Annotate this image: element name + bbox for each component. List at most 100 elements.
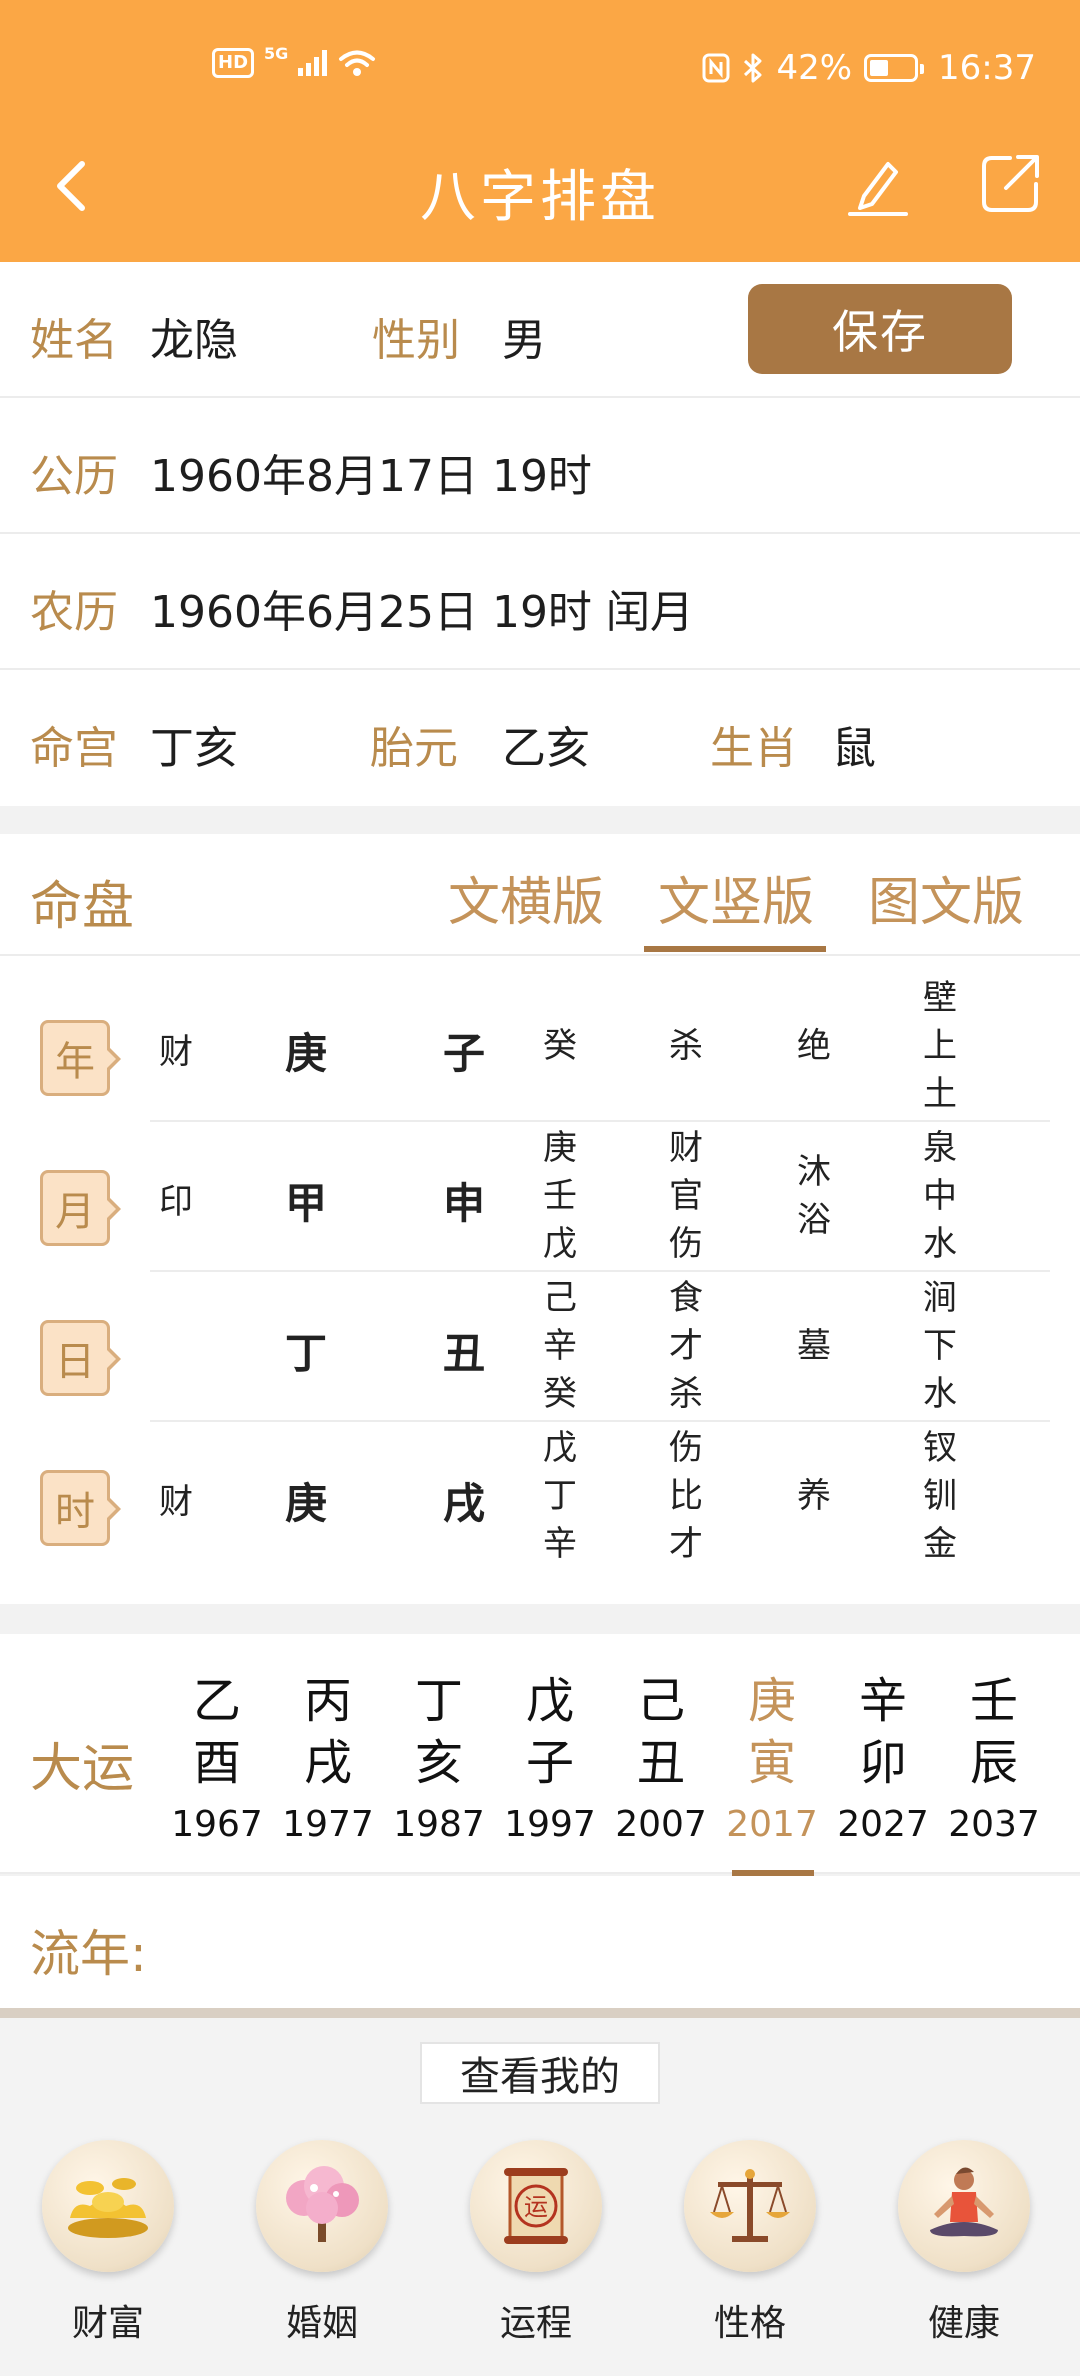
lunar-label: 农历 bbox=[30, 587, 118, 638]
fortune-scroll-icon: 运 bbox=[470, 2140, 602, 2272]
lunar-date-row: 农历 1960年6月25日 19时 闰月 bbox=[0, 534, 1080, 670]
feature-health[interactable]: 健康 bbox=[874, 2140, 1054, 2346]
pillar-shishen: 财 bbox=[159, 1482, 193, 1522]
save-button[interactable]: 保存 bbox=[748, 284, 1012, 374]
dayun-zhi: 卯 bbox=[858, 1735, 907, 1791]
dayun-gan: 辛 bbox=[858, 1673, 907, 1729]
dayun-panel: 大运 乙 酉 1967 丙 戌 1977 丁 亥 1987 戊 子 1997 己… bbox=[0, 1634, 1080, 1876]
dayun-item[interactable]: 丁 亥 1987 bbox=[384, 1670, 494, 1854]
hidden-shishen: 食 才 杀 bbox=[656, 1274, 716, 1418]
dayun-zhi: 子 bbox=[525, 1735, 574, 1791]
nayin-char: 水 bbox=[923, 1374, 957, 1414]
dayun-item[interactable]: 辛 卯 2027 bbox=[828, 1670, 938, 1854]
dayun-item[interactable]: 壬 辰 2037 bbox=[939, 1670, 1049, 1854]
nayin: 涧 下 水 bbox=[910, 1274, 970, 1418]
pillar-branch: 子 bbox=[442, 1029, 485, 1078]
dayun-zhi: 亥 bbox=[414, 1735, 463, 1791]
battery-percent: 42% bbox=[776, 48, 853, 88]
nayin-char: 下 bbox=[923, 1326, 957, 1366]
feature-personality[interactable]: 性格 bbox=[660, 2140, 840, 2346]
name-label: 姓名 bbox=[30, 315, 118, 366]
dayun-zhi: 寅 bbox=[747, 1735, 796, 1791]
nayin: 钗 钏 金 bbox=[910, 1424, 970, 1568]
dayun-year: 2017 bbox=[726, 1804, 818, 1845]
nfc-icon bbox=[702, 53, 730, 83]
hidden-shishen-item: 才 bbox=[669, 1524, 703, 1564]
pillar-tag-year: 年 bbox=[40, 1020, 121, 1096]
hidden-stem: 壬 bbox=[543, 1176, 577, 1216]
life-state-item: 浴 bbox=[797, 1200, 831, 1240]
hidden-shishen-item: 才 bbox=[669, 1326, 703, 1366]
nayin-char: 中 bbox=[923, 1176, 957, 1216]
view-mine-button[interactable]: 查看我的 bbox=[420, 2042, 660, 2104]
name-value: 龙隐 bbox=[150, 315, 238, 366]
life-state: 养 bbox=[784, 1472, 844, 1520]
hidden-stem: 戊 bbox=[543, 1428, 577, 1468]
nayin: 壁 上 土 bbox=[910, 974, 970, 1118]
dayun-item[interactable]: 乙 酉 1967 bbox=[162, 1670, 272, 1854]
nayin-char: 钏 bbox=[923, 1476, 957, 1516]
feature-label: 财富 bbox=[71, 2303, 144, 2344]
hidden-shishen-item: 食 bbox=[669, 1278, 703, 1318]
pillar-stem: 庚 bbox=[284, 1029, 327, 1078]
bazi-chart-panel: 命盘 文横版 文竖版 图文版 年 财 庚 子 癸 杀 绝 壁 上 土 月 印 甲… bbox=[0, 834, 1080, 1604]
nayin-char: 涧 bbox=[923, 1278, 957, 1318]
section-divider bbox=[0, 2008, 1080, 2018]
taiyuan-value: 乙亥 bbox=[502, 723, 590, 774]
status-left: HD 5G bbox=[212, 44, 377, 78]
dayun-gan: 壬 bbox=[969, 1673, 1018, 1729]
pillar-row-hour: 时 财 庚 戌 戊 丁 辛 伤 比 才 养 钗 钏 金 bbox=[0, 1422, 1080, 1572]
nayin-char: 水 bbox=[923, 1224, 957, 1264]
feature-wealth[interactable]: 财富 bbox=[18, 2140, 198, 2346]
hidden-stem: 戊 bbox=[543, 1224, 577, 1264]
hidden-stems: 己 辛 癸 bbox=[530, 1274, 590, 1418]
hidden-stem: 庚 bbox=[543, 1128, 577, 1168]
share-export-icon[interactable] bbox=[980, 152, 1042, 214]
hidden-stem: 癸 bbox=[543, 1026, 577, 1066]
pillar-shishen: 财 bbox=[159, 1032, 193, 1072]
dayun-year: 1967 bbox=[171, 1804, 263, 1845]
hidden-shishen: 杀 bbox=[656, 1022, 716, 1070]
dayun-item[interactable]: 丙 戌 1977 bbox=[273, 1670, 383, 1854]
feature-marriage[interactable]: 婚姻 bbox=[232, 2140, 412, 2346]
dayun-zhi: 丑 bbox=[636, 1735, 685, 1791]
hidden-stem: 己 bbox=[543, 1278, 577, 1318]
dayun-gan: 乙 bbox=[192, 1673, 241, 1729]
edit-pencil-icon[interactable] bbox=[846, 148, 910, 218]
pillar-row-year: 年 财 庚 子 癸 杀 绝 壁 上 土 bbox=[0, 972, 1080, 1122]
bottom-panel: 查看我的 财富 婚姻 运 运程 性格 健康 bbox=[0, 2018, 1080, 2376]
feature-label: 运程 bbox=[499, 2303, 572, 2344]
hidden-stems: 庚 壬 戊 bbox=[530, 1124, 590, 1268]
tab-horizontal[interactable]: 文横版 bbox=[448, 860, 604, 935]
pillar-branch: 申 bbox=[442, 1179, 485, 1228]
hidden-stems: 戊 丁 辛 bbox=[530, 1424, 590, 1568]
hidden-stem: 辛 bbox=[543, 1326, 577, 1366]
tab-vertical[interactable]: 文竖版 bbox=[658, 860, 814, 935]
dayun-item[interactable]: 己 丑 2007 bbox=[606, 1670, 716, 1854]
minggong-value: 丁亥 bbox=[150, 723, 238, 774]
dayun-gan: 戊 bbox=[525, 1673, 574, 1729]
life-state-item: 沐 bbox=[797, 1152, 831, 1192]
feature-fortune[interactable]: 运 运程 bbox=[446, 2140, 626, 2346]
bluetooth-icon bbox=[744, 53, 762, 83]
chart-title: 命盘 bbox=[30, 877, 135, 937]
dayun-item[interactable]: 戊 子 1997 bbox=[495, 1670, 605, 1854]
hidden-shishen: 财 官 伤 bbox=[656, 1124, 716, 1268]
gender-value: 男 bbox=[502, 315, 546, 366]
tab-illustrated[interactable]: 图文版 bbox=[868, 860, 1024, 935]
hidden-shishen-item: 伤 bbox=[669, 1224, 703, 1264]
hidden-shishen-item: 比 bbox=[669, 1476, 703, 1516]
solar-date-row: 公历 1960年8月17日 19时 bbox=[0, 398, 1080, 534]
hidden-shishen-item: 伤 bbox=[669, 1428, 703, 1468]
battery-icon bbox=[864, 54, 925, 82]
status-bar: HD 5G 42% 16:37 bbox=[0, 40, 1080, 96]
dayun-item-active[interactable]: 庚 寅 2017 bbox=[717, 1670, 827, 1854]
gender-label: 性别 bbox=[372, 315, 460, 366]
meditation-icon bbox=[898, 2140, 1030, 2272]
dayun-gan: 己 bbox=[636, 1673, 685, 1729]
feature-label: 性格 bbox=[713, 2303, 786, 2344]
active-tab-indicator bbox=[644, 946, 826, 952]
hidden-shishen-item: 财 bbox=[669, 1128, 703, 1168]
dayun-label: 大运 bbox=[30, 1739, 135, 1799]
nayin-char: 土 bbox=[923, 1074, 957, 1114]
